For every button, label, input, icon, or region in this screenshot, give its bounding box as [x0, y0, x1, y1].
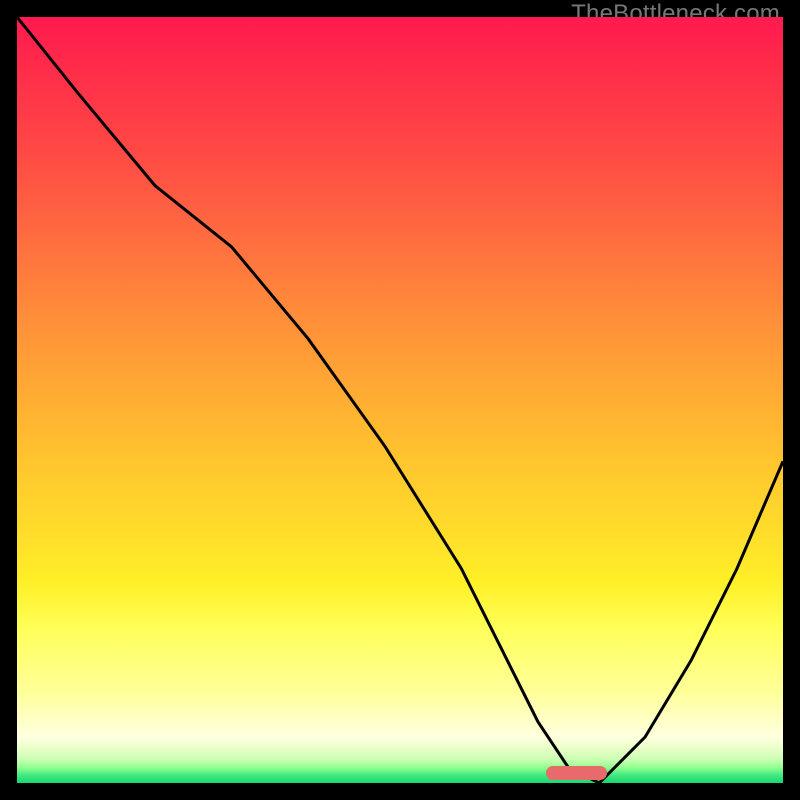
- curve-path: [17, 17, 783, 783]
- optimal-range-marker: [546, 766, 607, 780]
- chart-plot-area: [17, 17, 783, 783]
- bottleneck-curve: [17, 17, 783, 783]
